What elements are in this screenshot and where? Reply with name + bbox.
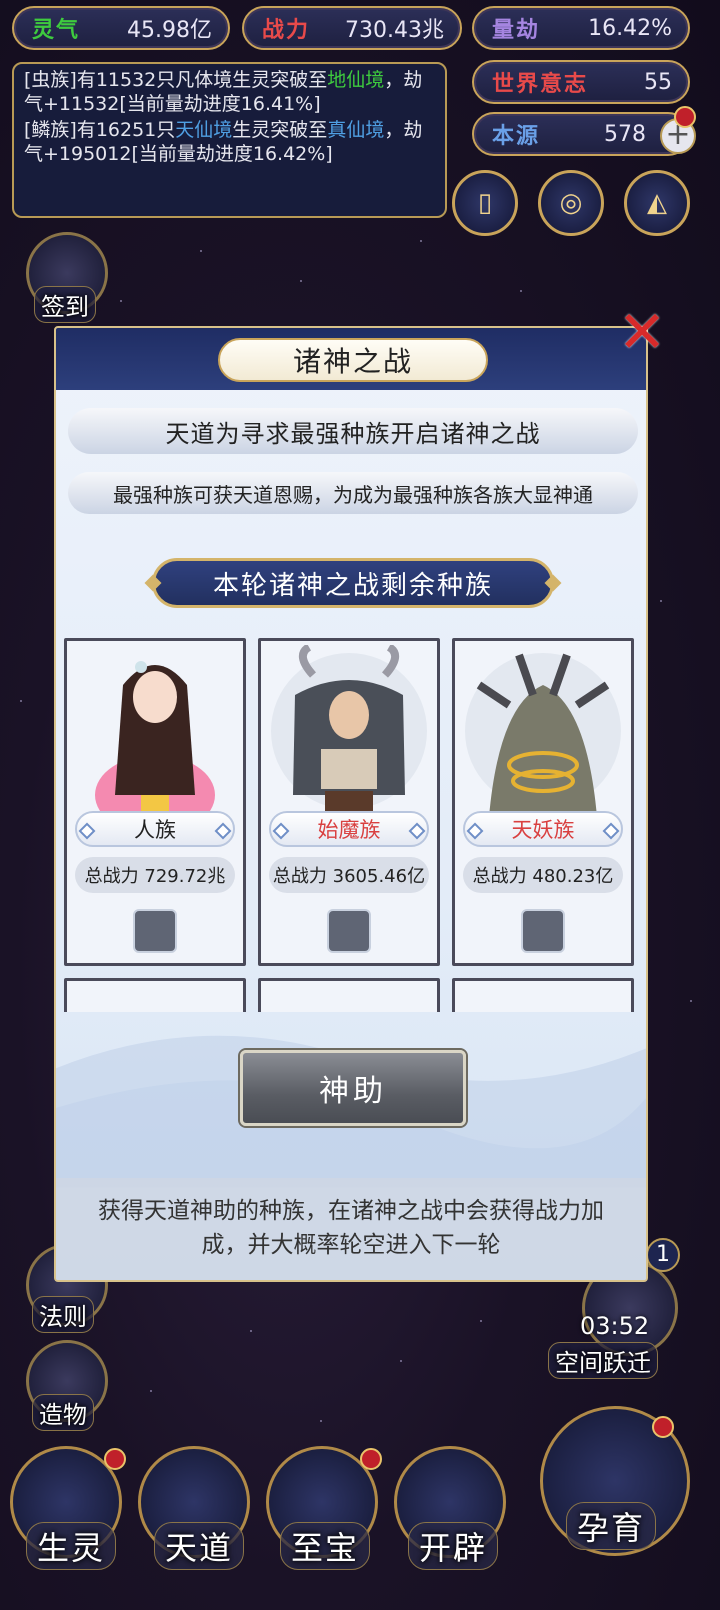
benyuan-red-dot [674,106,696,128]
race-power: 总战力 729.72兆 [75,857,235,893]
race-card-partial[interactable] [258,978,440,1012]
count-badge-value: 1 [656,1242,670,1267]
race-name-text: 人族 [134,818,176,842]
intro-banner: 天道为寻求最强种族开启诸神之战 [68,408,638,454]
race-name: 始魔族 [269,811,429,847]
law-label: 法则 [32,1296,94,1333]
world-will-stat[interactable]: 世界意志 55 [472,60,690,104]
benyuan-value: 578 [604,121,646,147]
lingqi-label: 灵气 [32,18,81,43]
race-power: 总战力 3605.46亿 [269,857,429,893]
log-line-2-mid: 生灵突破至 [232,119,328,141]
war-of-gods-dialog: 诸神之战 天道为寻求最强种族开启诸神之战 最强种族可获天道恩赐，为成为最强种族各… [54,326,648,1282]
race-card-human[interactable]: 人族 总战力 729.72兆 [64,638,246,966]
liangjie-label: 量劫 [492,18,541,43]
cycle-button[interactable]: ◎ [538,170,604,236]
race-select-checkbox[interactable] [521,909,565,953]
race-name: 人族 [75,811,235,847]
nav-heaven-dao-label: 天道 [154,1522,245,1570]
divine-help-description: 获得天道神助的种族，在诸神之战中会获得战力加成，并大概率轮空进入下一轮 [56,1178,646,1280]
log-line-1-prefix: [虫族]有11532只凡体境生灵突破至 [24,69,328,91]
lingqi-stat: 灵气 45.98亿 [12,6,230,50]
race-grid[interactable]: 人族 总战力 729.72兆 始魔族 总战力 3605.46亿 天妖族 总战力 … [64,638,642,1012]
reward-banner: 最强种族可获天道恩赐，为成为最强种族各族大显神通 [68,472,638,514]
log-line-2-realm-from: 天仙境 [175,119,233,141]
dialog-title: 诸神之战 [218,338,488,382]
race-card-partial[interactable] [64,978,246,1012]
log-line-2-realm-to: 真仙境 [327,119,385,141]
nav-treasure-red-dot [360,1448,382,1470]
log-line-2-prefix: [鳞族]有16251只 [24,119,176,141]
benyuan-stat[interactable]: 本源 578 [472,112,690,156]
close-icon: ✕ [617,298,667,366]
mountain-button[interactable]: ◭ [624,170,690,236]
checkin-label: 签到 [34,286,96,323]
remaining-races-title: 本轮诸神之战剩余种族 [152,558,554,608]
race-name-text: 天妖族 [511,818,575,842]
nav-nurture-red-dot [652,1416,674,1438]
heaven-demon-race-portrait [465,653,621,817]
log-line-2: [鳞族]有16251只天仙境生灵突破至真仙境，劫气+195012[当前量劫进度1… [24,118,435,166]
nav-nurture-label: 孕育 [566,1502,657,1550]
count-badge: 1 [646,1238,680,1272]
nav-open-label: 开辟 [408,1522,499,1570]
race-card-demon[interactable]: 始魔族 总战力 3605.46亿 [258,638,440,966]
nav-creatures-label: 生灵 [26,1522,117,1570]
nav-creatures-red-dot [104,1448,126,1470]
book-button[interactable]: ▯ [452,170,518,236]
divine-help-button[interactable]: 神助 [240,1050,466,1126]
swirl-icon: ◎ [559,188,583,218]
race-name: 天妖族 [463,811,623,847]
book-icon: ▯ [477,188,493,218]
benyuan-label: 本源 [492,124,541,149]
human-race-portrait [95,661,215,817]
mountain-icon: ◭ [647,188,667,218]
race-card-heaven-demon[interactable]: 天妖族 总战力 480.23亿 [452,638,634,966]
log-line-1: [虫族]有11532只凡体境生灵突破至地仙境，劫气+11532[当前量劫进度16… [24,68,435,116]
zhanli-value: 730.43兆 [345,18,444,43]
world-will-value: 55 [644,69,672,95]
demon-race-portrait [271,645,427,817]
race-select-checkbox[interactable] [327,909,371,953]
race-power: 总战力 480.23亿 [463,857,623,893]
log-line-1-realm: 地仙境 [327,69,385,91]
space-jump-timer: 03:52 [580,1312,650,1340]
nav-treasure-label: 至宝 [280,1522,371,1570]
creation-label: 造物 [32,1394,94,1431]
race-card-partial[interactable] [452,978,634,1012]
space-jump-label: 空间跃迁 [548,1342,658,1379]
race-select-checkbox[interactable] [133,909,177,953]
dialog-close-button[interactable]: ✕ [612,302,672,362]
liangjie-value: 16.42% [588,15,672,41]
race-name-text: 始魔族 [317,818,381,842]
liangjie-stat[interactable]: 量劫 16.42% [472,6,690,50]
zhanli-stat: 战力 730.43兆 [242,6,462,50]
world-will-label: 世界意志 [492,72,589,97]
event-log: [虫族]有11532只凡体境生灵突破至地仙境，劫气+11532[当前量劫进度16… [12,62,447,218]
lingqi-value: 45.98亿 [127,18,212,43]
zhanli-label: 战力 [262,18,311,43]
